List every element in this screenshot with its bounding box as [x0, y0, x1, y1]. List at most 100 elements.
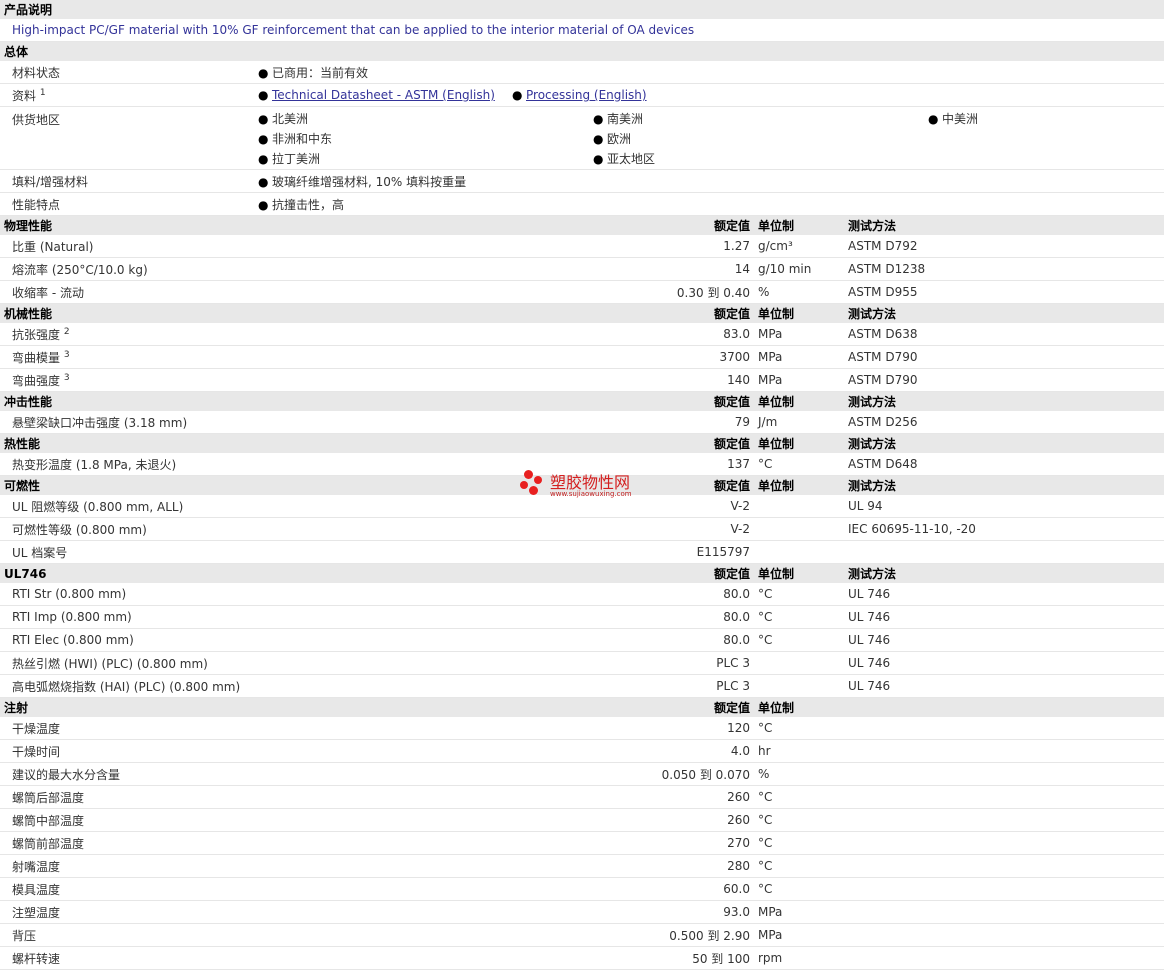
property-value: 140 — [508, 368, 756, 392]
doc1-cell: ● Technical Datasheet - ASTM (English) — [254, 83, 508, 107]
property-unit: °C — [756, 854, 844, 878]
region-item: ● 欧洲 — [593, 130, 928, 147]
property-method: IEC 60695-11-10, -20 — [844, 517, 1164, 541]
property-condition: (0.800 mm) — [55, 587, 127, 601]
property-method — [844, 900, 1164, 924]
section-title: 产品说明 — [0, 0, 1164, 19]
property-unit: % — [756, 762, 844, 786]
region-item: ● 北美洲 — [258, 110, 593, 127]
property-name-cell: 螺筒前部温度 — [0, 831, 508, 855]
property-value: 4.0 — [508, 739, 756, 763]
section-header-physical: 物理性能 额定值 单位制 测试方法 — [0, 215, 1164, 235]
table-row: 螺筒前部温度 270 °C — [0, 831, 1164, 855]
property-name-cell: UL 阻燃等级 (0.800 mm, ALL) — [0, 495, 508, 518]
property-condition: (0.800 mm) — [60, 610, 132, 624]
property-unit: °C — [756, 453, 844, 476]
status-row: 材料状态 ● 已商用：当前有效 — [0, 61, 1164, 84]
property-value: 79 — [508, 411, 756, 434]
col-header-unit: 单位制 — [756, 391, 844, 411]
property-name: 干燥温度 — [12, 721, 61, 736]
col-header-nominal: 额定值 — [508, 433, 756, 453]
col-header-unit: 单位制 — [756, 215, 844, 235]
section-title: 热性能 — [0, 433, 508, 453]
supply-row: 供货地区 ● 北美洲 ● 南美洲 ● 中美洲 ● 非洲和中东 ● 欧洲 ● 拉丁美洲 ● 亚太… — [0, 106, 1164, 170]
region-item: ● 中美洲 — [928, 110, 1164, 127]
col-header-method: 测试方法 — [844, 563, 1164, 583]
property-condition: (1.8 MPa, 未退火) — [75, 457, 177, 472]
property-unit: g/cm³ — [756, 235, 844, 258]
property-name: 热变形温度 — [12, 457, 73, 472]
property-name-cell: 干燥时间 — [0, 739, 508, 763]
footnote-ref: 1 — [39, 87, 46, 98]
property-value: 137 — [508, 453, 756, 476]
property-name: 射嘴温度 — [12, 859, 61, 874]
property-unit: °C — [756, 583, 844, 606]
property-name: 弯曲强度 — [12, 373, 61, 388]
region-item: ● 非洲和中东 — [258, 130, 593, 147]
region-item: ● 亚太地区 — [593, 150, 928, 167]
table-row: 比重 (Natural) 1.27 g/cm³ ASTM D792 — [0, 235, 1164, 258]
col-header-nominal: 额定值 — [508, 391, 756, 411]
property-method — [844, 923, 1164, 947]
table-row: 注塑温度 93.0 MPa — [0, 900, 1164, 924]
section-header-general: 总体 — [0, 41, 1164, 61]
processing-link[interactable]: Processing (English) — [526, 88, 647, 102]
property-name: 收缩率 — [12, 285, 49, 300]
col-header-method: 测试方法 — [844, 475, 1164, 495]
table-row: 螺筒中部温度 260 °C — [0, 808, 1164, 832]
supply-label: 供货地区 — [0, 106, 254, 170]
col-header-nominal: 额定值 — [508, 563, 756, 583]
property-name-cell: 干燥温度 — [0, 717, 508, 740]
property-value: E115797 — [508, 540, 756, 564]
property-name: 可燃性等级 — [12, 522, 73, 537]
description-row: High-impact PC/GF material with 10% GF r… — [0, 19, 1164, 42]
property-name: RTI Str — [12, 587, 52, 601]
property-value: 260 — [508, 808, 756, 832]
table-row: 射嘴温度 280 °C — [0, 854, 1164, 878]
col-header-method: 测试方法 — [844, 303, 1164, 323]
property-unit: °C — [756, 628, 844, 652]
property-method: UL 746 — [844, 674, 1164, 698]
property-name: 热丝引燃 — [12, 656, 61, 671]
property-name-cell: 模具温度 — [0, 877, 508, 901]
property-name-cell: UL 档案号 — [0, 540, 508, 564]
region-name: 拉丁美洲 — [272, 151, 321, 166]
property-value: 93.0 — [508, 900, 756, 924]
property-name-cell: 弯曲模量 3 — [0, 345, 508, 369]
property-method: UL 94 — [844, 495, 1164, 518]
property-method: ASTM D256 — [844, 411, 1164, 434]
section-header-impact: 冲击性能 额定值 单位制 测试方法 — [0, 391, 1164, 411]
property-name: RTI Elec — [12, 633, 60, 647]
col-header-nominal: 额定值 — [508, 697, 756, 717]
property-condition: (250°C/10.0 kg) — [51, 262, 148, 277]
col-header-method: 测试方法 — [844, 215, 1164, 235]
docs-row: 资料 1 ● Technical Datasheet - ASTM (Englis… — [0, 83, 1164, 107]
table-row: 热丝引燃 (HWI) (PLC) (0.800 mm) PLC 3 UL 746 — [0, 651, 1164, 675]
property-unit: °C — [756, 717, 844, 740]
section-header-ul746: UL746 额定值 单位制 测试方法 — [0, 563, 1164, 583]
section-title: 可燃性 — [0, 475, 508, 495]
datasheet-table: 产品说明 High-impact PC/GF material with 10%… — [0, 0, 1164, 970]
property-value: 80.0 — [508, 583, 756, 606]
section-header-thermal: 热性能 额定值 单位制 测试方法 — [0, 433, 1164, 453]
property-value: 14 — [508, 257, 756, 281]
status-label: 材料状态 — [0, 61, 254, 84]
property-method: ASTM D955 — [844, 280, 1164, 304]
region-name: 南美洲 — [607, 111, 644, 126]
property-name: 弯曲模量 — [12, 350, 61, 365]
property-method: ASTM D638 — [844, 323, 1164, 346]
section-header-description: 产品说明 — [0, 0, 1164, 19]
technical-datasheet-link[interactable]: Technical Datasheet - ASTM (English) — [272, 88, 495, 102]
property-value: 0.30 到 0.40 — [508, 280, 756, 304]
property-name: 注塑温度 — [12, 905, 61, 920]
table-row: RTI Elec (0.800 mm) 80.0 °C UL 746 — [0, 628, 1164, 652]
feature-cell: ● 抗撞击性，高 — [254, 192, 1164, 216]
table-row: 高电弧燃烧指数 (HAI) (PLC) (0.800 mm) PLC 3 UL 74… — [0, 674, 1164, 698]
table-row: 模具温度 60.0 °C — [0, 877, 1164, 901]
bullet-icon: ● — [593, 111, 604, 126]
property-method: UL 746 — [844, 628, 1164, 652]
property-unit — [756, 495, 844, 518]
feature-value: 抗撞击性，高 — [272, 197, 345, 212]
property-method — [844, 808, 1164, 832]
doc2-cell: ● Processing (English) — [508, 83, 1164, 107]
